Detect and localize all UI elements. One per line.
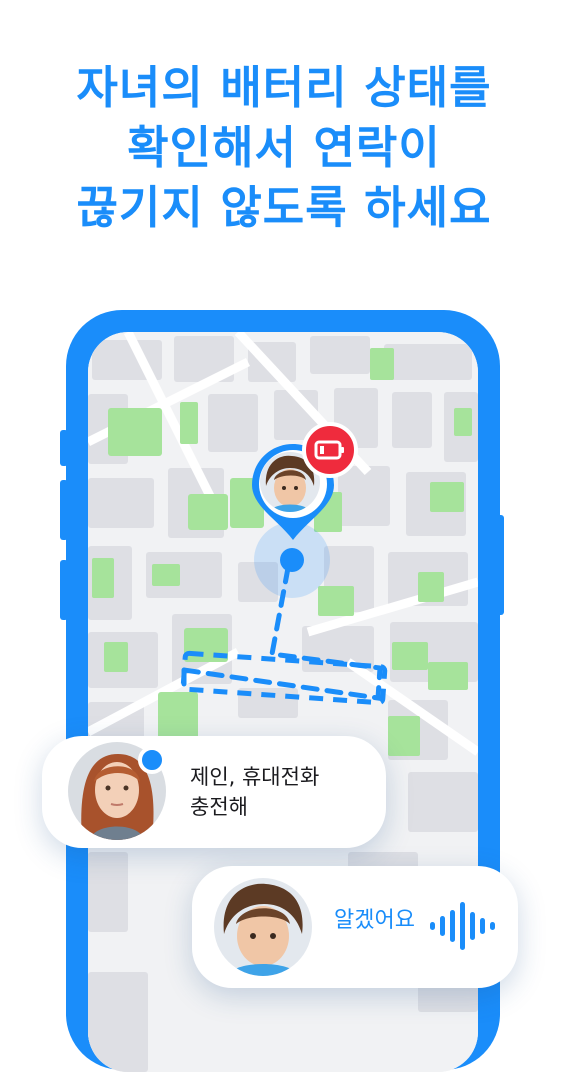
low-battery-badge[interactable] [302, 422, 358, 478]
headline-line-1: 자녀의 배터리 상태를 [76, 61, 492, 114]
sound-wave-icon[interactable] [430, 900, 496, 952]
location-dot [280, 548, 304, 572]
message-text-line-2: 충전해 [190, 795, 248, 819]
headline: 자녀의 배터리 상태를 확인해서 연락이 끊기지 않도록 하세요 [0, 58, 568, 238]
child-avatar[interactable] [214, 878, 312, 976]
online-indicator [138, 746, 166, 774]
reply-text: 알겠어요 [334, 908, 415, 933]
message-text-line-1: 제인, 휴대전화 [190, 765, 320, 789]
headline-line-3: 끊기지 않도록 하세요 [76, 181, 492, 234]
child-avatar-image [214, 878, 312, 976]
message-bubble-child: 알겠어요 [192, 866, 518, 988]
low-battery-icon [314, 440, 344, 460]
message-bubble-parent: 제인, 휴대전화 충전해 [42, 736, 386, 848]
headline-line-2: 확인해서 연락이 [127, 121, 441, 174]
